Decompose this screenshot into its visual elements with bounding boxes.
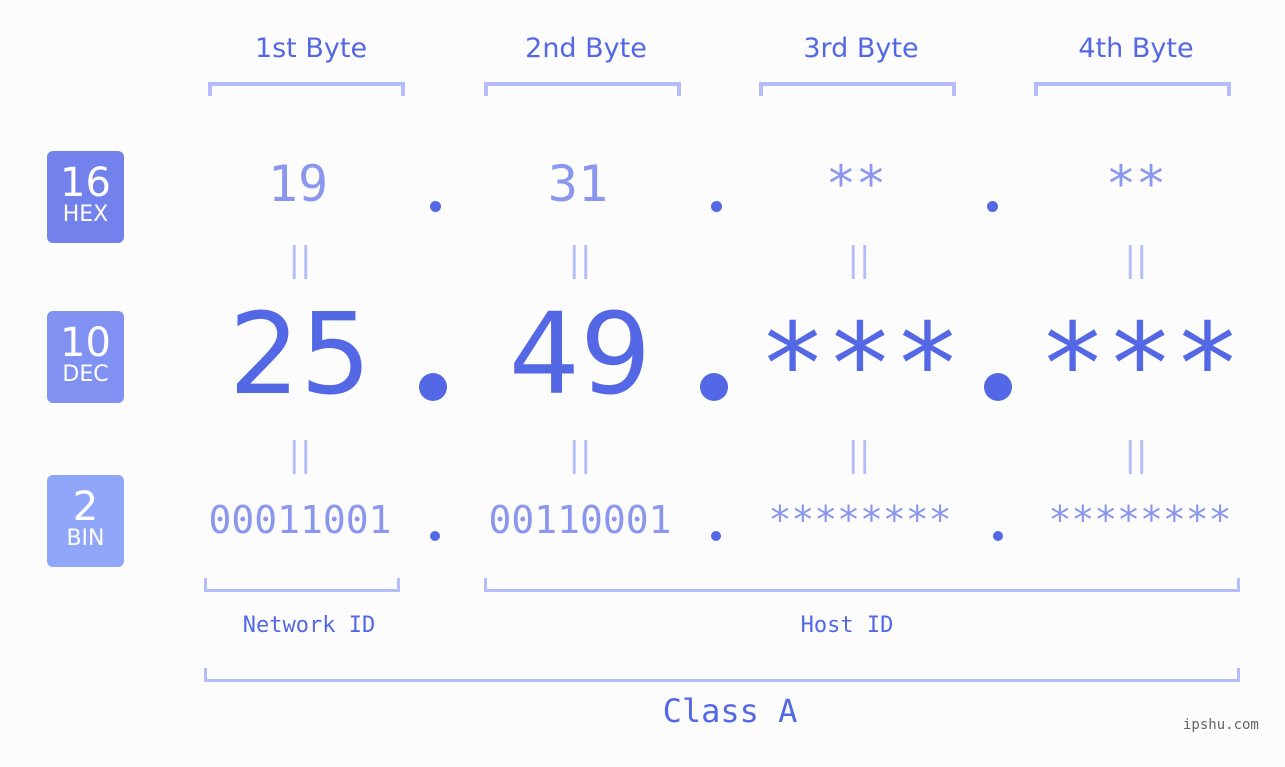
hex-badge-label: HEX <box>62 202 109 227</box>
dec-value-1: 25 <box>228 290 372 420</box>
byte-bracket-1 <box>208 82 405 96</box>
equals-sign: || <box>288 435 312 475</box>
watermark: ipshu.com <box>1183 717 1259 733</box>
hex-dot-1 <box>430 201 441 212</box>
equals-sign: || <box>568 435 592 475</box>
bin-dot-2 <box>711 531 721 541</box>
network-id-label: Network ID <box>242 613 376 638</box>
byte-bracket-3 <box>759 82 956 96</box>
class-bracket <box>204 668 1240 682</box>
dec-value-4: *** <box>1038 300 1242 430</box>
equals-sign: || <box>1124 240 1148 280</box>
host-id-label: Host ID <box>800 613 894 638</box>
equals-sign: || <box>847 435 871 475</box>
bin-value-1: 00011001 <box>208 498 392 542</box>
hex-value-1: 19 <box>267 155 329 213</box>
hex-value-2: 31 <box>547 155 609 213</box>
hex-value-4: ** <box>1105 155 1167 213</box>
hex-value-3: ** <box>825 155 887 213</box>
dec-dot-2 <box>700 373 728 401</box>
hex-badge-number: 16 <box>60 160 111 206</box>
bin-value-2: 00110001 <box>488 498 672 542</box>
dec-badge: 10 DEC <box>47 311 124 403</box>
byte-header-2: 2nd Byte <box>525 33 647 64</box>
byte-bracket-2 <box>484 82 681 96</box>
equals-sign: || <box>568 240 592 280</box>
network-id-bracket <box>204 578 400 592</box>
dec-value-2: 49 <box>508 290 652 420</box>
hex-dot-2 <box>711 201 722 212</box>
hex-badge: 16 HEX <box>47 151 124 243</box>
bin-value-3: ******** <box>768 498 952 542</box>
byte-header-3: 3rd Byte <box>803 33 919 64</box>
dec-value-3: *** <box>758 300 962 430</box>
equals-sign: || <box>1124 435 1148 475</box>
bin-badge-label: BIN <box>66 526 105 551</box>
equals-sign: || <box>288 240 312 280</box>
hex-dot-3 <box>987 201 998 212</box>
dec-badge-number: 10 <box>60 320 111 366</box>
bin-badge: 2 BIN <box>47 475 124 567</box>
byte-header-4: 4th Byte <box>1078 33 1194 64</box>
dec-badge-label: DEC <box>62 362 109 387</box>
bin-dot-3 <box>993 531 1003 541</box>
equals-sign: || <box>847 240 871 280</box>
class-label: Class A <box>662 692 798 730</box>
bin-dot-1 <box>430 531 440 541</box>
dec-dot-1 <box>419 373 447 401</box>
bin-badge-number: 2 <box>72 484 99 530</box>
byte-header-1: 1st Byte <box>254 33 368 64</box>
host-id-bracket <box>484 578 1240 592</box>
byte-bracket-4 <box>1034 82 1231 96</box>
bin-value-4: ******** <box>1048 498 1232 542</box>
dec-dot-3 <box>984 373 1012 401</box>
